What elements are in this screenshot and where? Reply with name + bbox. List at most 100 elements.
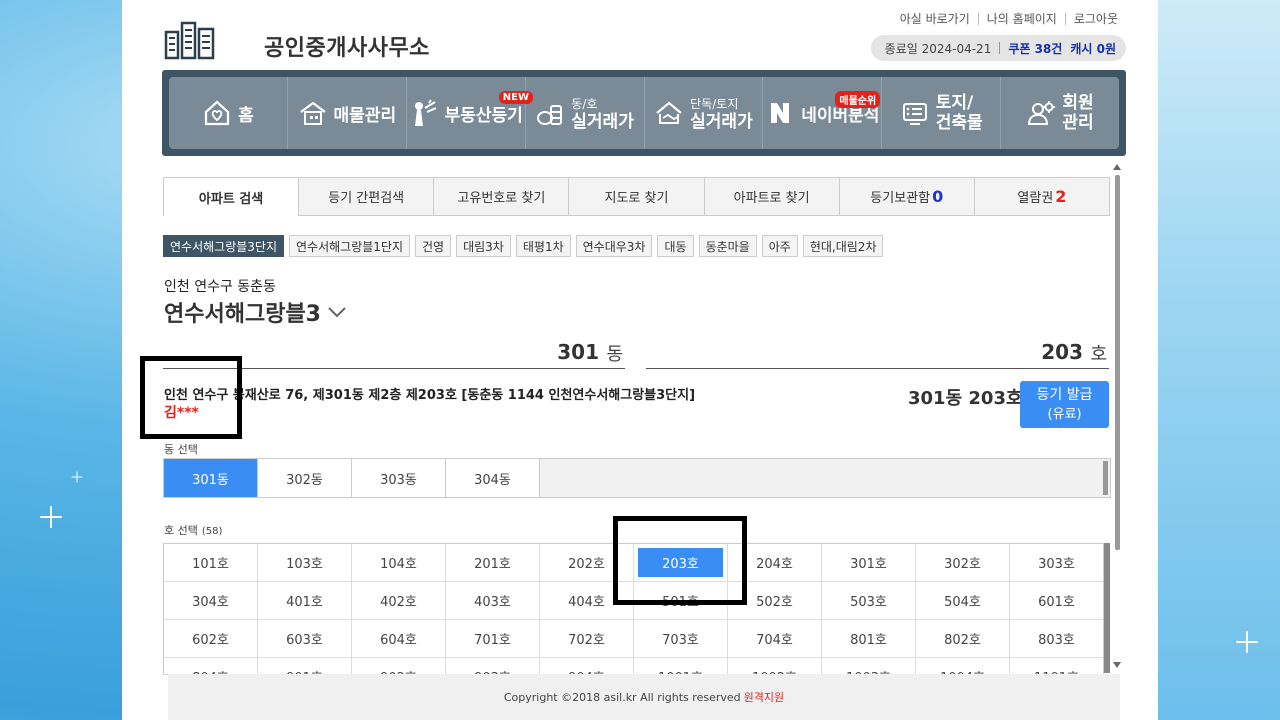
asil-link[interactable]: 아실 바로가기: [892, 13, 978, 25]
ho-option[interactable]: 1101호: [1010, 658, 1103, 674]
coins-icon: [537, 105, 563, 125]
tab-unique-number[interactable]: 고유번호로 찾기: [433, 178, 569, 216]
nav-unit-price[interactable]: 동/호 실거래가: [526, 77, 645, 149]
nav-land-price[interactable]: 단독/토지 실거래가: [645, 77, 764, 149]
complex-chip[interactable]: 대동: [657, 235, 694, 257]
nav-listing-manage[interactable]: 매물관리: [288, 77, 407, 149]
nav-naver-analysis[interactable]: 매물순위 네이버분석: [763, 77, 883, 149]
ho-option[interactable]: 702호: [540, 620, 634, 658]
ho-option[interactable]: 803호: [1010, 620, 1103, 658]
account-status: 종료일 2024-04-21 쿠폰 38건 캐시 0원: [870, 35, 1126, 61]
complex-chip[interactable]: 대림3차: [456, 235, 511, 257]
complex-chip[interactable]: 현대,대림2차: [802, 235, 884, 257]
page-scrollbar[interactable]: [1115, 175, 1120, 550]
tab-by-apartment[interactable]: 아파트로 찾기: [703, 178, 839, 216]
nav-property-registry[interactable]: NEW 부동산등기: [407, 77, 533, 149]
complex-chip[interactable]: 연수서해그랑블1단지: [289, 235, 410, 257]
dong-option[interactable]: 301동: [164, 459, 258, 497]
issue-registry-button[interactable]: 등기 발급 (유료): [1020, 381, 1109, 428]
ho-option[interactable]: 701호: [446, 620, 540, 658]
ho-option[interactable]: 401호: [258, 582, 352, 620]
sparkle-decoration: [74, 474, 81, 481]
user-gear-icon: [1028, 101, 1056, 125]
ho-option[interactable]: 804호: [164, 658, 258, 674]
ho-option[interactable]: 901호: [258, 658, 352, 674]
chevron-down-icon: [328, 307, 346, 318]
ho-option[interactable]: 801호: [822, 620, 916, 658]
highlight-box-unit: [613, 516, 747, 605]
listing-rank-badge: 매물순위: [835, 91, 881, 108]
ho-option[interactable]: 704호: [728, 620, 822, 658]
dong-scrollbar[interactable]: [1103, 461, 1108, 495]
ho-option[interactable]: 201호: [446, 544, 540, 582]
ho-option[interactable]: 402호: [352, 582, 446, 620]
nav-land-building[interactable]: 토지/건축물: [882, 77, 1002, 149]
scroll-down-arrow[interactable]: [1113, 662, 1121, 668]
stamp-icon: [414, 99, 436, 126]
my-homepage-link[interactable]: 나의 홈페이지: [977, 13, 1065, 25]
tab-registry-quick-search[interactable]: 등기 간편검색: [298, 178, 434, 216]
app-window: 공인중개사사무소 아실 바로가기 나의 홈페이지 로그아웃 종료일 2024-0…: [122, 0, 1158, 720]
complex-chip[interactable]: 연수대우3차: [575, 235, 653, 257]
complex-chip[interactable]: 아주: [761, 235, 798, 257]
ho-option[interactable]: 603호: [258, 620, 352, 658]
ho-option[interactable]: 904호: [540, 658, 634, 674]
ho-option[interactable]: 903호: [446, 658, 540, 674]
building-logo-icon: [164, 21, 215, 60]
home-heart-icon: [205, 100, 230, 126]
ho-option[interactable]: 604호: [352, 620, 446, 658]
ho-option[interactable]: 503호: [822, 582, 916, 620]
document-list-icon: [902, 103, 927, 125]
complex-chips: 연수서해그랑블3단지 연수서해그랑블1단지 건영 대림3차 태평1차 연수대우3…: [163, 235, 884, 257]
complex-chip[interactable]: 동춘마을: [698, 235, 757, 257]
ho-option[interactable]: 303호: [1010, 544, 1103, 582]
scroll-up-arrow[interactable]: [1113, 164, 1121, 170]
ho-option[interactable]: 1004호: [916, 658, 1010, 674]
ho-option[interactable]: 302호: [916, 544, 1010, 582]
ho-display: 203 호: [646, 338, 1109, 369]
logout-link[interactable]: 로그아웃: [1064, 13, 1126, 25]
ho-option[interactable]: 304호: [164, 582, 258, 620]
sparkle-decoration: [1240, 635, 1254, 649]
dong-option[interactable]: 303동: [352, 459, 446, 497]
complex-name-dropdown[interactable]: 연수서해그랑블3: [164, 296, 347, 328]
dong-option[interactable]: 304동: [446, 459, 540, 497]
ho-option[interactable]: 1002호: [728, 658, 822, 674]
ho-option[interactable]: 1001호: [634, 658, 728, 674]
ho-option[interactable]: 703호: [634, 620, 728, 658]
complex-chip[interactable]: 태평1차: [515, 235, 571, 257]
property-address: 인천 연수구 봉재산로 76, 제301동 제2층 제203호 [동춘동 114…: [164, 388, 696, 403]
tab-registry-storage[interactable]: 등기보관함 0: [838, 178, 974, 216]
top-links: 아실 바로가기 나의 홈페이지 로그아웃: [892, 13, 1126, 25]
coupon-count[interactable]: 쿠폰 38건: [1008, 40, 1062, 57]
tab-map-search[interactable]: 지도로 찾기: [568, 178, 704, 216]
ho-option[interactable]: 101호: [164, 544, 258, 582]
ho-scrollbar[interactable]: [1104, 543, 1110, 673]
tab-view-tickets[interactable]: 열람권 2: [973, 178, 1109, 216]
complex-chip[interactable]: 건영: [415, 235, 452, 257]
selected-unit: 301동 203호: [908, 388, 1023, 409]
region-label: 인천 연수구 동춘동: [164, 279, 276, 295]
complex-chip[interactable]: 연수서해그랑블3단지: [163, 235, 284, 257]
nav-member-manage[interactable]: 회원 관리: [1001, 77, 1119, 149]
ho-option[interactable]: 602호: [164, 620, 258, 658]
footer: Copyright ©2018 asil.kr All rights reser…: [168, 674, 1120, 720]
ho-option[interactable]: 104호: [352, 544, 446, 582]
land-house-icon: [656, 101, 682, 124]
tab-apartment-search[interactable]: 아파트 검색: [164, 178, 299, 216]
ho-option[interactable]: 103호: [258, 544, 352, 582]
ho-option[interactable]: 1003호: [822, 658, 916, 674]
remote-support-link[interactable]: 원격지원: [744, 689, 784, 705]
ho-option[interactable]: 802호: [916, 620, 1010, 658]
ho-option[interactable]: 504호: [916, 582, 1010, 620]
dong-option[interactable]: 302동: [258, 459, 352, 497]
ho-option[interactable]: 601호: [1010, 582, 1103, 620]
nav-home[interactable]: 홈: [169, 77, 288, 149]
dong-selector: 301동 302동 303동 304동: [163, 458, 1111, 498]
cash-balance[interactable]: 캐시 0원: [1070, 40, 1116, 57]
ho-section-label: 호 선택 (58): [164, 524, 223, 537]
ho-option[interactable]: 902호: [352, 658, 446, 674]
ho-option[interactable]: 301호: [822, 544, 916, 582]
ho-option[interactable]: 403호: [446, 582, 540, 620]
desktop-background-right: [1158, 0, 1280, 720]
